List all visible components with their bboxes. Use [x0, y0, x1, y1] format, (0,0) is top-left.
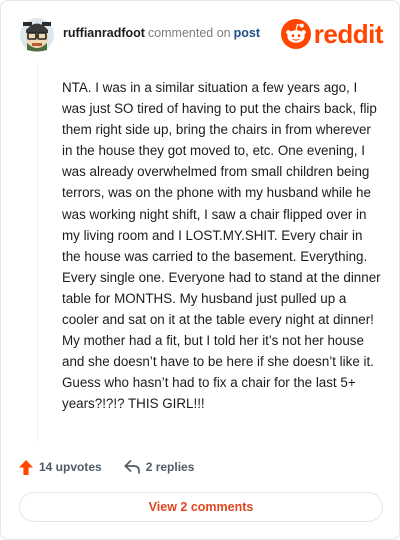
upvote-count: 14 upvotes	[39, 460, 102, 474]
comment-body: NTA. I was in a similar situation a few …	[62, 80, 381, 412]
user-avatar[interactable]	[19, 17, 55, 53]
username-link[interactable]: ruffianradfoot	[63, 26, 145, 40]
comment-header: ruffianradfoot commented on post reddit	[19, 15, 385, 55]
comment-card: ruffianradfoot commented on post reddit NT…	[0, 0, 400, 540]
upvote-button[interactable]: 14 upvotes	[19, 459, 102, 475]
replies-count: 2 replies	[145, 460, 195, 474]
thread-line[interactable]	[37, 63, 38, 441]
replies-button[interactable]: 2 replies	[124, 460, 195, 474]
upvote-arrow-icon	[19, 459, 33, 475]
comment-action-text: commented on	[147, 26, 231, 40]
reply-arrow-icon	[124, 460, 140, 474]
comment-meta: ruffianradfoot commented on post	[63, 26, 260, 40]
reddit-snoo-icon	[280, 19, 311, 49]
comment-actions: 14 upvotes 2 replies	[19, 457, 194, 477]
view-comments-button[interactable]: View 2 comments	[19, 492, 383, 522]
reddit-logo[interactable]: reddit	[280, 19, 384, 49]
post-link[interactable]: post	[234, 26, 260, 40]
reddit-wordmark: reddit	[313, 19, 384, 49]
